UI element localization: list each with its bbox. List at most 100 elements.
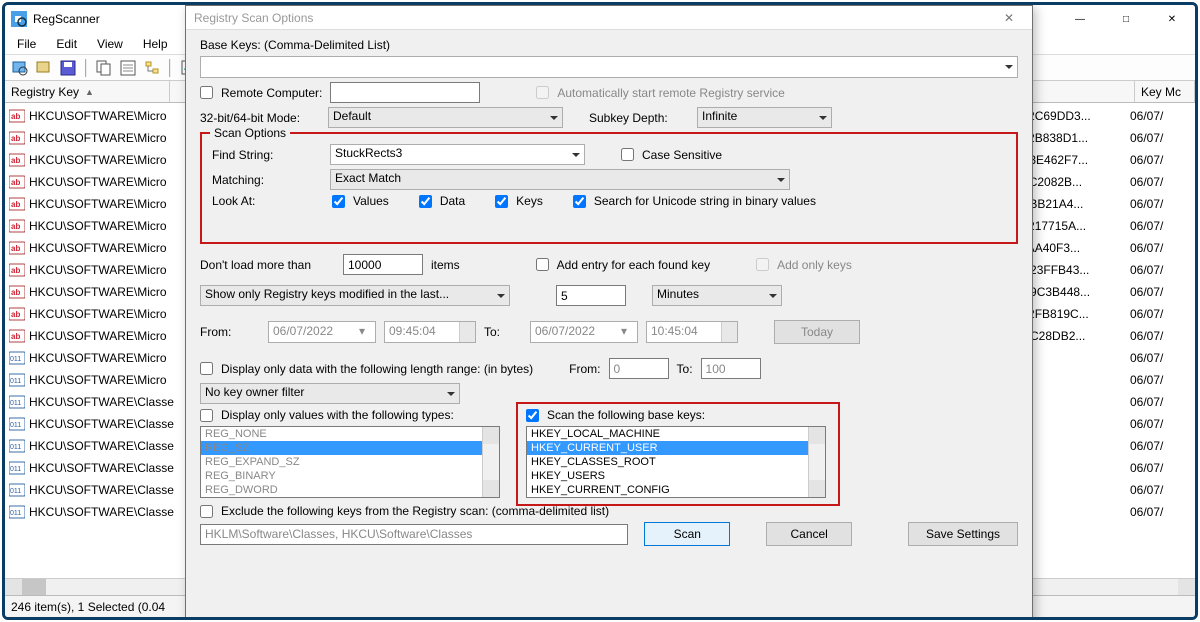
list-item[interactable]: abHKCU\SOFTWARE\Micro bbox=[5, 193, 190, 215]
list-item[interactable]: 011HKCU\SOFTWARE\Classe bbox=[5, 501, 190, 523]
app-title: RegScanner bbox=[33, 12, 100, 26]
to-time-spinner[interactable]: 10:45:04 bbox=[646, 321, 738, 343]
list-item[interactable]: 011HKCU\SOFTWARE\Classe bbox=[5, 413, 190, 435]
list-item[interactable]: abHKCU\SOFTWARE\Micro bbox=[5, 281, 190, 303]
regvalue-icon: 011 bbox=[9, 438, 25, 454]
list-item[interactable]: abHKCU\SOFTWARE\Micro bbox=[5, 325, 190, 347]
base-keys-combo[interactable] bbox=[200, 56, 1018, 78]
today-button[interactable]: Today bbox=[774, 320, 860, 344]
look-data-checkbox[interactable]: Data bbox=[419, 194, 465, 208]
base-keys-listbox[interactable]: HKEY_LOCAL_MACHINEHKEY_CURRENT_USERHKEY_… bbox=[526, 426, 826, 498]
scan-icon[interactable] bbox=[11, 59, 29, 77]
key-modified-text: 06/07/ bbox=[1130, 241, 1190, 255]
list-item[interactable]: 011HKCU\SOFTWARE\Classe bbox=[5, 391, 190, 413]
display-types-checkbox[interactable]: Display only values with the following t… bbox=[200, 408, 500, 422]
dont-load-input[interactable] bbox=[343, 254, 423, 275]
list-item[interactable]: abHKCU\SOFTWARE\Micro bbox=[5, 215, 190, 237]
registry-key-text: HKCU\SOFTWARE\Micro bbox=[29, 329, 167, 343]
list-item[interactable]: abHKCU\SOFTWARE\Micro bbox=[5, 237, 190, 259]
close-button[interactable]: ✕ bbox=[1149, 5, 1195, 33]
key-owner-filter-combo[interactable]: No key owner filter bbox=[200, 383, 460, 404]
list-item[interactable]: abHKCU\SOFTWARE\Micro bbox=[5, 303, 190, 325]
tree-icon[interactable] bbox=[143, 59, 161, 77]
list-item[interactable]: 011HKCU\SOFTWARE\Classe bbox=[5, 457, 190, 479]
save-icon[interactable] bbox=[59, 59, 77, 77]
unicode-search-checkbox[interactable]: Search for Unicode string in binary valu… bbox=[573, 194, 816, 208]
menu-help[interactable]: Help bbox=[133, 35, 178, 53]
list-item[interactable]: abHKCU\SOFTWARE\Micro bbox=[5, 105, 190, 127]
base-key-option[interactable]: HKEY_USERS bbox=[527, 469, 825, 483]
listbox-scrollbar[interactable] bbox=[808, 427, 825, 497]
add-entry-label: Add entry for each found key bbox=[557, 258, 710, 272]
subkey-depth-combo[interactable]: Infinite bbox=[697, 107, 832, 128]
from-time-spinner[interactable]: 09:45:04 bbox=[384, 321, 476, 343]
list-item[interactable]: 011HKCU\SOFTWARE\Classe bbox=[5, 435, 190, 457]
case-sensitive-checkbox[interactable]: Case Sensitive bbox=[621, 148, 722, 162]
open-regedit-icon[interactable] bbox=[35, 59, 53, 77]
regvalue-icon: 011 bbox=[9, 350, 25, 366]
list-left-column[interactable]: abHKCU\SOFTWARE\MicroabHKCU\SOFTWARE\Mic… bbox=[5, 105, 190, 595]
length-to-input[interactable] bbox=[701, 358, 761, 379]
key-modified-text: 06/07/ bbox=[1130, 329, 1190, 343]
cancel-button[interactable]: Cancel bbox=[766, 522, 852, 546]
reg-type-option[interactable]: REG_SZ bbox=[201, 441, 499, 455]
exclude-keys-checkbox[interactable]: Exclude the following keys from the Regi… bbox=[200, 504, 609, 518]
dialog-close-button[interactable]: ✕ bbox=[986, 6, 1032, 30]
scan-basekeys-checkbox[interactable]: Scan the following base keys: bbox=[526, 408, 826, 422]
regvalue-icon: ab bbox=[9, 196, 25, 212]
list-item[interactable]: 011HKCU\SOFTWARE\Classe bbox=[5, 479, 190, 501]
menu-view[interactable]: View bbox=[87, 35, 133, 53]
list-item[interactable]: 011HKCU\SOFTWARE\Micro bbox=[5, 347, 190, 369]
to-date-picker[interactable]: 06/07/2022▾ bbox=[530, 321, 638, 343]
base-key-option[interactable]: HKEY_CURRENT_USER bbox=[527, 441, 825, 455]
bit-mode-combo[interactable]: Default bbox=[328, 107, 563, 128]
from-date-picker[interactable]: 06/07/2022▾ bbox=[268, 321, 376, 343]
matching-combo[interactable]: Exact Match bbox=[330, 169, 790, 190]
auto-start-remote-checkbox[interactable]: Automatically start remote Registry serv… bbox=[536, 86, 784, 100]
column-registry-key[interactable]: Registry Key ▲ bbox=[5, 81, 170, 102]
minimize-button[interactable]: ― bbox=[1057, 5, 1103, 33]
reg-type-option[interactable]: REG_NONE bbox=[201, 427, 499, 441]
show-modified-unit-combo[interactable]: Minutes bbox=[652, 285, 782, 306]
length-from-input[interactable] bbox=[609, 358, 669, 379]
reg-type-option[interactable]: REG_BINARY bbox=[201, 469, 499, 483]
reg-type-option[interactable]: REG_DWORD bbox=[201, 483, 499, 497]
length-range-checkbox[interactable]: Display only data with the following len… bbox=[200, 362, 533, 376]
column-key-modified[interactable]: Key Mc bbox=[1135, 81, 1195, 102]
reg-type-option[interactable]: REG_EXPAND_SZ bbox=[201, 455, 499, 469]
base-key-option[interactable]: HKEY_CLASSES_ROOT bbox=[527, 455, 825, 469]
list-item[interactable]: abHKCU\SOFTWARE\Micro bbox=[5, 171, 190, 193]
exclude-keys-input[interactable] bbox=[200, 524, 628, 545]
save-settings-button[interactable]: Save Settings bbox=[908, 522, 1018, 546]
list-item[interactable]: 011HKCU\SOFTWARE\Micro bbox=[5, 369, 190, 391]
scan-button[interactable]: Scan bbox=[644, 522, 730, 546]
copy-icon[interactable] bbox=[95, 59, 113, 77]
add-only-keys-checkbox[interactable]: Add only keys bbox=[756, 258, 852, 272]
menu-file[interactable]: File bbox=[7, 35, 46, 53]
regvalue-icon: ab bbox=[9, 306, 25, 322]
look-values-checkbox[interactable]: Values bbox=[332, 194, 389, 208]
regvalue-icon: ab bbox=[9, 152, 25, 168]
look-at-values-label: Values bbox=[353, 194, 389, 208]
listbox-scrollbar[interactable] bbox=[482, 427, 499, 497]
list-item[interactable]: abHKCU\SOFTWARE\Micro bbox=[5, 259, 190, 281]
look-keys-checkbox[interactable]: Keys bbox=[495, 194, 543, 208]
properties-icon[interactable] bbox=[119, 59, 137, 77]
svg-text:ab: ab bbox=[11, 112, 20, 121]
svg-text:011: 011 bbox=[10, 488, 21, 495]
reg-types-listbox[interactable]: REG_NONEREG_SZREG_EXPAND_SZREG_BINARYREG… bbox=[200, 426, 500, 498]
remote-computer-checkbox[interactable]: Remote Computer: bbox=[200, 86, 322, 100]
menu-edit[interactable]: Edit bbox=[46, 35, 87, 53]
show-modified-value-input[interactable] bbox=[556, 285, 626, 306]
list-item[interactable]: abHKCU\SOFTWARE\Micro bbox=[5, 149, 190, 171]
maximize-button[interactable]: □ bbox=[1103, 5, 1149, 33]
find-string-input[interactable]: StuckRects3 bbox=[330, 144, 585, 165]
show-modified-combo[interactable]: Show only Registry keys modified in the … bbox=[200, 285, 510, 306]
dialog-titlebar[interactable]: Registry Scan Options ✕ bbox=[186, 6, 1032, 30]
list-item[interactable]: abHKCU\SOFTWARE\Micro bbox=[5, 127, 190, 149]
base-key-option[interactable]: HKEY_LOCAL_MACHINE bbox=[527, 427, 825, 441]
add-entry-checkbox[interactable]: Add entry for each found key bbox=[536, 258, 710, 272]
key-modified-text: 06/07/ bbox=[1130, 263, 1190, 277]
remote-computer-input[interactable] bbox=[330, 82, 480, 103]
base-key-option[interactable]: HKEY_CURRENT_CONFIG bbox=[527, 483, 825, 497]
